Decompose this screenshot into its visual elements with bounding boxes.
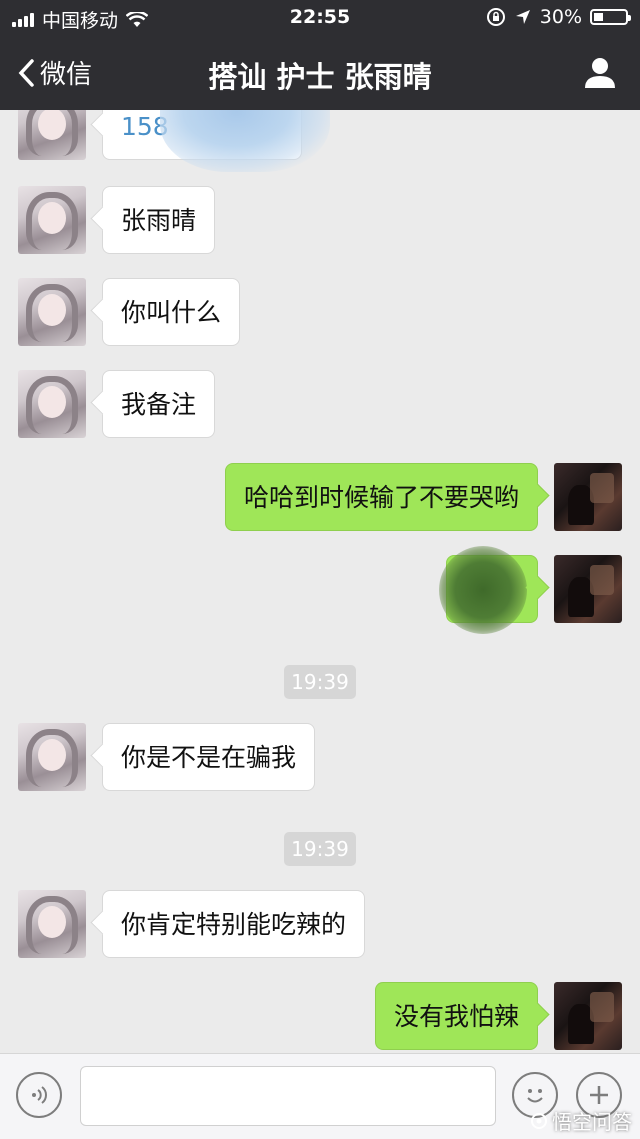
voice-icon <box>32 1086 47 1104</box>
contact-avatar[interactable] <box>18 370 86 438</box>
status-bar: 中国移动 22:55 30% <box>0 0 640 36</box>
message-bubble[interactable]: 哈哈到时候输了不要哭哟 <box>224 463 538 531</box>
rotation-lock-icon <box>486 8 505 26</box>
message-bubble[interactable]: 你叫什么 <box>102 278 241 346</box>
message-bubble[interactable]: 我备注 <box>102 370 216 438</box>
redaction-scribble <box>439 546 527 634</box>
message-bubble[interactable]: 你肯定特别能吃辣的 <box>102 890 366 958</box>
battery-percent: 30% <box>539 6 582 28</box>
my-avatar[interactable] <box>554 982 622 1050</box>
contact-avatar[interactable] <box>18 890 86 958</box>
input-bar: 悟空问答 <box>0 1053 640 1139</box>
watermark: 悟空问答 <box>530 1106 632 1135</box>
message-text: 张雨晴 <box>121 206 197 235</box>
message-bubble[interactable] <box>439 546 538 634</box>
message-text: 哈哈到时候输了不要哭哟 <box>243 483 519 512</box>
my-avatar[interactable] <box>554 555 622 623</box>
wukong-logo-icon <box>531 1112 547 1129</box>
message-bubble[interactable]: 没有我怕辣 <box>374 982 538 1050</box>
message-text: 你是不是在骗我 <box>121 743 297 772</box>
message-text: 我备注 <box>121 390 197 419</box>
contact-avatar[interactable] <box>18 186 86 254</box>
chat-area[interactable]: 158 张雨晴 你叫什么 我备注 哈哈到时候输了不要哭哟 19:39 你是不是在… <box>0 110 640 1053</box>
timestamp: 19:39 <box>284 665 356 699</box>
contact-avatar[interactable] <box>18 110 86 160</box>
plus-icon <box>590 1086 608 1104</box>
contact-profile-icon[interactable] <box>582 54 618 90</box>
contact-avatar[interactable] <box>18 723 86 791</box>
voice-button[interactable] <box>16 1072 62 1118</box>
message-text: 你叫什么 <box>121 298 222 327</box>
message-bubble[interactable]: 张雨晴 <box>102 186 216 254</box>
message-text: 没有我怕辣 <box>393 1002 519 1031</box>
message-text: 你肯定特别能吃辣的 <box>121 910 347 939</box>
chat-title: 搭讪 护士 张雨晴 <box>208 60 432 94</box>
battery-icon <box>590 9 631 25</box>
watermark-text: 悟空问答 <box>552 1110 632 1134</box>
redaction-scribble <box>160 110 330 172</box>
status-right: 30% <box>486 6 631 28</box>
timestamp: 19:39 <box>284 832 356 866</box>
location-icon <box>515 10 530 24</box>
nav-bar: 微信 搭讪 护士 张雨晴 <box>0 36 640 110</box>
message-bubble[interactable]: 你是不是在骗我 <box>102 723 316 791</box>
contact-avatar[interactable] <box>18 278 86 346</box>
emoji-icon <box>527 1089 543 1103</box>
message-input[interactable] <box>80 1066 496 1126</box>
my-avatar[interactable] <box>554 463 622 531</box>
